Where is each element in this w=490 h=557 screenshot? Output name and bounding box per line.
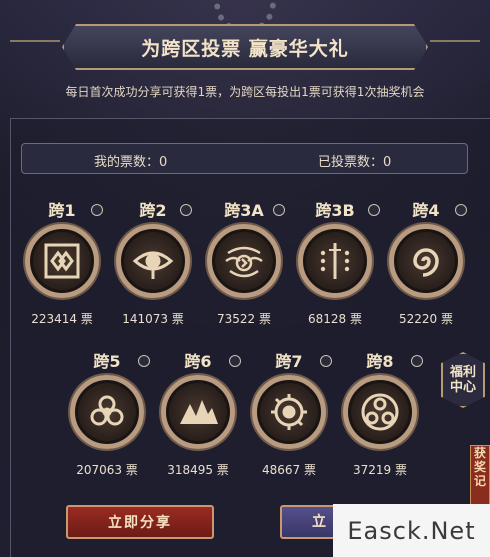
radio-icon[interactable] [273, 204, 285, 216]
server-votes: 318495 票 [167, 463, 229, 477]
voted-count: 已投票数：0 [318, 155, 392, 170]
biohazard-icon [70, 375, 144, 449]
triple-orb-icon [343, 375, 417, 449]
server-card-6[interactable]: 跨6 318495 票 [153, 351, 243, 478]
radio-icon[interactable] [229, 355, 241, 367]
server-card-3a[interactable]: 跨3A 73522 票 [199, 200, 289, 327]
welfare-center-button[interactable]: 福利中心 [441, 352, 485, 408]
share-now-label: 立即分享 [108, 515, 172, 531]
title-wing-right [430, 40, 480, 42]
welfare-center-label: 福利中心 [449, 365, 476, 395]
server-name: 跨1 [17, 200, 107, 222]
server-name: 跨4 [381, 200, 471, 222]
vote-counter-bar: 我的票数：0 已投票数：0 [21, 143, 468, 174]
radio-icon[interactable] [455, 204, 467, 216]
radio-icon[interactable] [368, 204, 380, 216]
server-votes: 68128 票 [308, 312, 362, 326]
server-card-1[interactable]: 跨1 223414 票 [17, 200, 107, 327]
my-votes-count: 我的票数：0 [94, 155, 168, 170]
server-card-4[interactable]: 跨4 52220 票 [381, 200, 471, 327]
server-card-2[interactable]: 跨2 141073 票 [108, 200, 198, 327]
share-now-button[interactable]: 立即分享 [66, 505, 214, 539]
server-name: 跨2 [108, 200, 198, 222]
server-card-3b[interactable]: 跨3B 68128 票 [290, 200, 380, 327]
title-banner: 为跨区投票 赢豪华大礼 [62, 24, 428, 70]
flame-eye-icon [252, 375, 326, 449]
server-name: 跨3A [199, 200, 289, 222]
server-name: 跨3B [290, 200, 380, 222]
title-wing-left [10, 40, 60, 42]
server-name: 跨7 [244, 351, 334, 373]
radio-icon[interactable] [320, 355, 332, 367]
vote-panel [10, 118, 490, 557]
spiral-icon [389, 224, 463, 298]
watermark-logo: Easck.Net [333, 504, 490, 557]
radio-icon[interactable] [138, 355, 150, 367]
double-diamond-icon [25, 224, 99, 298]
mountain-icon [161, 375, 235, 449]
server-votes: 223414 票 [31, 312, 93, 326]
vote-now-label: 立 [312, 514, 326, 530]
page-subtitle: 每日首次成功分享可获得1票，为跨区每投出1票可获得1次抽奖机会 [65, 85, 425, 99]
server-votes: 73522 票 [217, 312, 271, 326]
prize-record-label: 获奖记 [474, 446, 487, 488]
watermark-text: Easck.Net [347, 516, 476, 545]
tentacle-eye-icon [207, 224, 281, 298]
page-title: 为跨区投票 赢豪华大礼 [141, 37, 349, 60]
radio-icon[interactable] [91, 204, 103, 216]
server-name: 跨8 [335, 351, 425, 373]
eye-icon [116, 224, 190, 298]
server-card-7[interactable]: 跨7 48667 票 [244, 351, 334, 478]
server-votes: 48667 票 [262, 463, 316, 477]
server-card-5[interactable]: 跨5 207063 票 [62, 351, 152, 478]
server-votes: 141073 票 [122, 312, 184, 326]
server-card-8[interactable]: 跨8 37219 票 [335, 351, 425, 478]
server-votes: 207063 票 [76, 463, 138, 477]
sword-dots-icon [298, 224, 372, 298]
server-votes: 52220 票 [399, 312, 453, 326]
server-votes: 37219 票 [353, 463, 407, 477]
radio-icon[interactable] [411, 355, 423, 367]
radio-icon[interactable] [180, 204, 192, 216]
server-name: 跨6 [153, 351, 243, 373]
server-name: 跨5 [62, 351, 152, 373]
